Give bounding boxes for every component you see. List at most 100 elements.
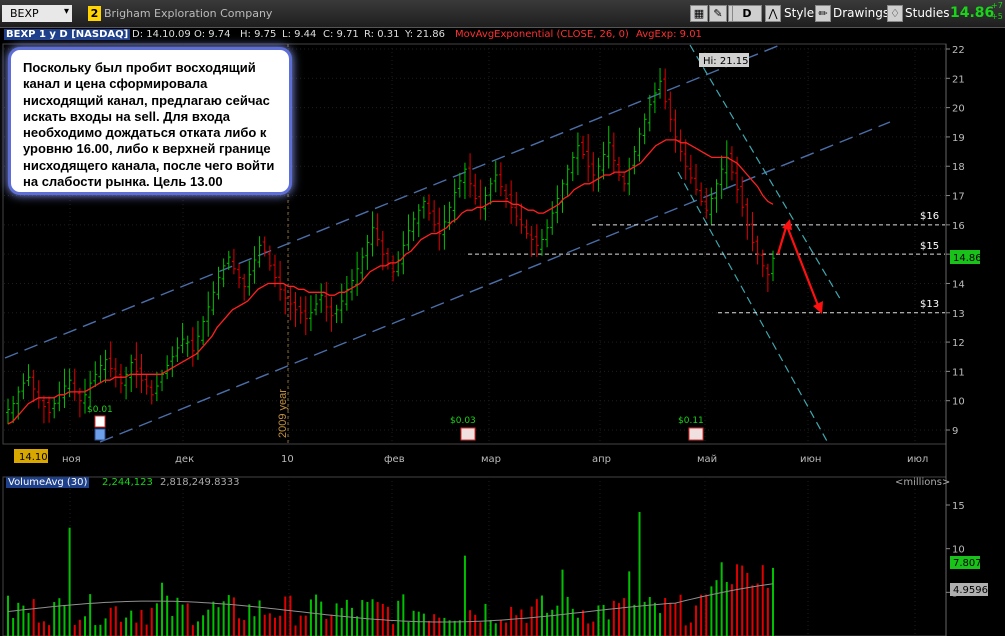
volume-bar xyxy=(212,601,215,636)
volume-bar xyxy=(315,594,318,636)
volume-bar xyxy=(751,585,754,636)
volume-bar xyxy=(772,567,774,636)
volume-bar xyxy=(438,617,441,636)
volume-bar xyxy=(238,618,241,636)
volume-bar xyxy=(150,607,153,636)
price-tick-label: 20 xyxy=(952,104,965,115)
volume-bar xyxy=(592,621,595,636)
volume-bar xyxy=(58,598,61,636)
volume-bar xyxy=(161,582,164,636)
volume-bar xyxy=(628,571,631,636)
volume-bar xyxy=(350,607,353,636)
year-label: 2009 year xyxy=(277,389,289,438)
volume-bar xyxy=(474,614,477,636)
volume-bar xyxy=(705,594,708,636)
price-tick-label: 11 xyxy=(952,367,965,378)
volume-bar xyxy=(489,619,492,636)
volume-bar xyxy=(428,620,431,636)
price-tick-label: 13 xyxy=(952,309,965,320)
volume-bar xyxy=(289,595,292,636)
price-tick-label: 21 xyxy=(952,74,965,85)
volume-bar xyxy=(540,595,543,636)
volume-bar xyxy=(684,625,687,636)
time-tick-label: 10 xyxy=(281,454,294,465)
dividend-icon-1b[interactable] xyxy=(94,428,106,441)
volume-bar xyxy=(191,625,194,636)
volume-bar xyxy=(443,617,446,636)
volume-bar xyxy=(202,615,205,636)
volume-bar xyxy=(135,622,138,636)
volume-panel-frame xyxy=(2,476,947,636)
volume-bar xyxy=(248,604,251,636)
volume-bar xyxy=(520,609,523,636)
volume-bar xyxy=(412,610,415,636)
volume-bar xyxy=(756,583,759,636)
dividend-icon-2[interactable] xyxy=(460,427,476,441)
volume-bar xyxy=(42,621,45,636)
volume-bar xyxy=(99,624,102,636)
current-price-text: 14.86 xyxy=(953,253,982,264)
volume-value-2: 2,818,249.8333 xyxy=(160,477,240,488)
volume-bars xyxy=(7,511,774,636)
dividend-icon-1[interactable] xyxy=(94,415,106,428)
volume-bar xyxy=(556,605,559,636)
volume-bar xyxy=(17,602,20,636)
volume-bar xyxy=(140,609,143,636)
volume-bar xyxy=(700,594,703,636)
volume-bar xyxy=(715,580,718,636)
volume-bar xyxy=(166,595,169,636)
volume-bar xyxy=(433,614,436,636)
price-axis-ticks: 910111213141516171819202122 xyxy=(946,45,965,437)
volume-bar xyxy=(73,624,76,636)
volume-bar xyxy=(746,572,749,636)
volume-bar xyxy=(84,616,87,636)
volume-bar xyxy=(479,622,482,636)
volume-bar xyxy=(258,600,261,636)
volume-bar xyxy=(694,605,697,636)
volume-bar xyxy=(89,594,92,636)
volume-bar xyxy=(104,618,107,636)
volume-bar xyxy=(227,595,230,636)
volume-bar xyxy=(94,625,97,636)
volume-bar xyxy=(268,613,271,636)
volume-bar xyxy=(638,511,641,636)
start-date-text: 14.10 xyxy=(19,452,48,463)
volume-average-line xyxy=(7,583,774,623)
volume-bar xyxy=(243,620,246,636)
volume-bar xyxy=(294,625,297,636)
price-levels xyxy=(468,224,945,314)
volume-bar xyxy=(37,622,40,636)
volume-bar xyxy=(689,622,692,636)
volume-avg-text: 4.9596 xyxy=(953,585,988,596)
dividend-icon-3[interactable] xyxy=(688,427,704,441)
level-label-16: $16 xyxy=(920,211,939,222)
volume-bar xyxy=(32,599,35,636)
volume-bar xyxy=(674,603,677,636)
volume-bar xyxy=(725,582,728,636)
volume-bar xyxy=(484,603,487,636)
price-tick-label: 9 xyxy=(952,426,958,437)
time-tick-label: апр xyxy=(592,454,611,465)
volume-bar xyxy=(330,614,333,636)
time-tick-label: май xyxy=(697,454,717,465)
volume-header: VolumeAvg (30) 2,244,123 2,818,249.8333 … xyxy=(4,477,950,491)
price-tick-label: 14 xyxy=(952,279,965,290)
volume-bar xyxy=(530,606,533,636)
volume-bar xyxy=(561,569,564,636)
volume-bar xyxy=(309,599,312,636)
volume-bar xyxy=(284,596,287,636)
volume-bar xyxy=(720,562,723,636)
time-tick-label: мар xyxy=(481,454,501,465)
time-axis-ticks: ноя дек 10 фев мар апр май июн июл xyxy=(62,454,928,465)
note-text: Поскольку был пробит восходящий канал и … xyxy=(23,60,275,190)
time-tick-label: дек xyxy=(175,454,194,465)
volume-tick-label: 15 xyxy=(952,501,965,512)
price-tick-label: 22 xyxy=(952,45,965,56)
volume-bar xyxy=(325,618,328,636)
volume-bar xyxy=(48,625,51,636)
analysis-note[interactable]: Поскольку был пробит восходящий канал и … xyxy=(8,47,292,195)
volume-bar xyxy=(422,613,425,636)
volume-bar xyxy=(114,606,117,636)
volume-bar xyxy=(335,603,338,636)
volume-bar xyxy=(402,594,405,636)
